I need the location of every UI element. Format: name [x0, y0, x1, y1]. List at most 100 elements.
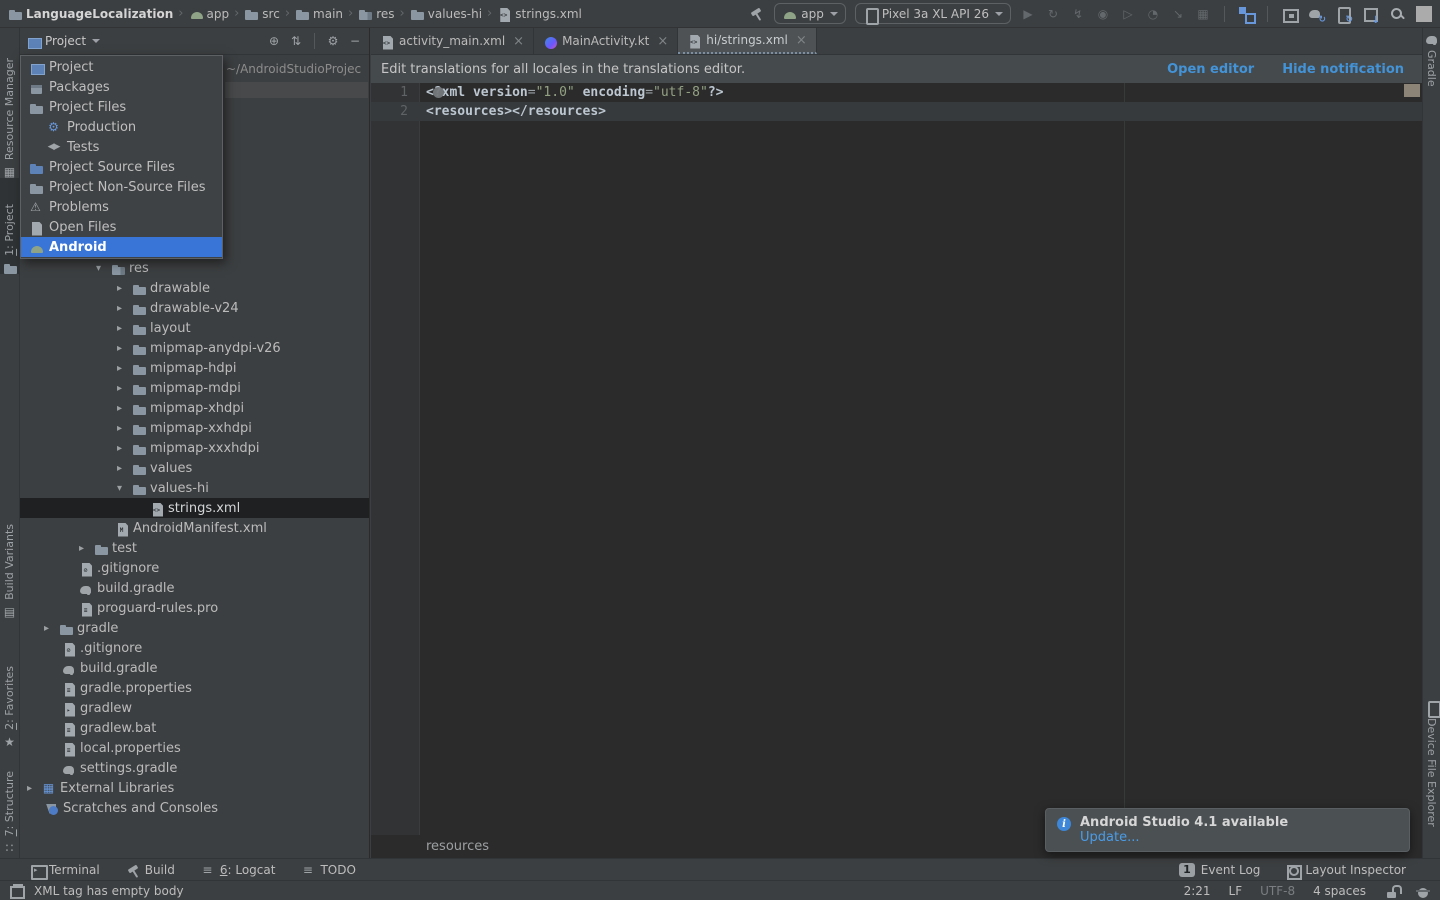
banner-action-hide-notification[interactable]: Hide notification — [1282, 62, 1404, 77]
tree-collapse-arrow[interactable]: ▸ — [117, 323, 132, 334]
tool-window-button-todo[interactable]: TODO — [301, 863, 355, 877]
tree-expand-arrow[interactable]: ▾ — [117, 483, 132, 494]
sdk-manager-icon[interactable] — [1362, 6, 1378, 22]
tool-strip-button-device-file-explorer[interactable]: Device File Explorer — [1423, 700, 1440, 852]
light-square-icon[interactable] — [1416, 6, 1432, 22]
rerun-icon[interactable] — [1045, 6, 1061, 22]
debug-icon[interactable] — [1095, 6, 1111, 22]
status-item-lf[interactable]: LF — [1229, 884, 1243, 898]
tree-row[interactable]: ▸drawable — [20, 278, 369, 298]
tree-row[interactable]: settings.gradle — [20, 758, 369, 778]
tree-collapse-arrow[interactable]: ▸ — [44, 623, 59, 634]
tree-row[interactable]: gradle.properties — [20, 678, 369, 698]
tree-row[interactable]: ▸drawable-v24 — [20, 298, 369, 318]
tree-collapse-arrow[interactable]: ▸ — [27, 783, 42, 794]
tree-row[interactable]: .gitignore — [20, 558, 369, 578]
device-manager-icon[interactable] — [1238, 6, 1254, 22]
tree-row[interactable]: ▸mipmap-anydpi-v26 — [20, 338, 369, 358]
tree-row[interactable]: build.gradle — [20, 658, 369, 678]
tree-row[interactable]: .gitignore — [20, 638, 369, 658]
gear-icon[interactable] — [325, 33, 341, 49]
tree-collapse-arrow[interactable]: ▸ — [117, 283, 132, 294]
breadcrumb-item[interactable]: values-hi — [410, 7, 482, 21]
tree-collapse-arrow[interactable]: ▸ — [117, 303, 132, 314]
view-dropdown-item-android[interactable]: Android — [21, 237, 222, 257]
status-item-4-spaces[interactable]: 4 spaces — [1313, 884, 1366, 898]
status-item-2-21[interactable]: 2:21 — [1184, 884, 1211, 898]
view-dropdown-item-project-source-files[interactable]: Project Source Files — [21, 157, 222, 177]
apply-changes-icon[interactable] — [1070, 6, 1086, 22]
tree-row[interactable]: AndroidManifest.xml — [20, 518, 369, 538]
device-dropdown[interactable]: Pixel 3a XL API 26 — [855, 3, 1011, 24]
layout-validation-icon[interactable] — [1281, 6, 1297, 22]
breadcrumb-item[interactable]: main — [295, 7, 343, 21]
collapse-all-icon[interactable] — [288, 33, 304, 49]
tree-row[interactable]: ▾res — [20, 258, 369, 278]
tool-window-button-layout-inspector[interactable]: Layout Inspector — [1286, 863, 1406, 877]
view-dropdown-item-production[interactable]: Production — [21, 117, 222, 137]
breadcrumb-item[interactable]: res — [358, 7, 394, 21]
tree-row[interactable]: build.gradle — [20, 578, 369, 598]
view-dropdown-item-project-files[interactable]: Project Files — [21, 97, 222, 117]
tree-collapse-arrow[interactable]: ▸ — [117, 383, 132, 394]
view-dropdown-item-project[interactable]: Project — [21, 57, 222, 77]
breadcrumb-item[interactable]: strings.xml — [497, 7, 582, 21]
run-coverage-icon[interactable] — [1120, 6, 1136, 22]
tool-window-button-event-log[interactable]: 1Event Log — [1179, 863, 1260, 877]
inspections-profile-icon[interactable] — [1415, 884, 1428, 897]
tree-row[interactable]: ▸mipmap-hdpi — [20, 358, 369, 378]
tool-strip-button-build-variants[interactable]: Build Variants — [0, 506, 19, 618]
tree-row[interactable]: local.properties — [20, 738, 369, 758]
breadcrumb-item[interactable]: LanguageLocalization — [8, 7, 173, 21]
tool-window-toggle-icon[interactable] — [8, 883, 24, 899]
hammer-icon[interactable] — [749, 6, 765, 22]
tree-row[interactable]: ▸layout — [20, 318, 369, 338]
tree-row[interactable]: Scratches and Consoles — [20, 798, 369, 818]
editor-tab-hi-strings-xml[interactable]: hi/strings.xml× — [678, 28, 817, 54]
tree-row[interactable]: ▾values-hi — [20, 478, 369, 498]
breadcrumb-item[interactable]: app — [189, 7, 230, 21]
search-icon[interactable] — [1389, 6, 1405, 22]
tree-collapse-arrow[interactable]: ▸ — [117, 443, 132, 454]
lock-open-icon[interactable] — [1384, 884, 1397, 897]
tool-window-button-build[interactable]: Build — [126, 863, 175, 877]
tree-row[interactable]: ▸test — [20, 538, 369, 558]
tree-collapse-arrow[interactable]: ▸ — [79, 543, 94, 554]
update-link[interactable]: Update... — [1080, 830, 1399, 845]
tool-strip-button-resource-manager[interactable]: Resource Manager — [0, 30, 19, 178]
tool-strip-button-gradle[interactable]: Gradle — [1423, 32, 1440, 122]
tree-row[interactable]: ▸mipmap-xxhdpi — [20, 418, 369, 438]
tree-collapse-arrow[interactable]: ▸ — [117, 423, 132, 434]
view-dropdown-item-packages[interactable]: Packages — [21, 77, 222, 97]
tree-row[interactable]: ▸mipmap-xhdpi — [20, 398, 369, 418]
code-editor[interactable]: 1<?xml version="1.0" encoding="utf-8"?>2… — [371, 83, 1422, 835]
close-icon[interactable]: × — [796, 33, 807, 48]
view-dropdown-item-project-non-source-files[interactable]: Project Non-Source Files — [21, 177, 222, 197]
tree-row[interactable]: gradlew.bat — [20, 718, 369, 738]
tree-row[interactable]: ▸mipmap-mdpi — [20, 378, 369, 398]
close-icon[interactable]: × — [513, 34, 524, 49]
tree-row[interactable]: ▸External Libraries — [20, 778, 369, 798]
run-config-dropdown[interactable]: app — [774, 3, 846, 24]
device-sync-icon[interactable] — [1335, 6, 1351, 22]
tree-collapse-arrow[interactable]: ▸ — [117, 343, 132, 354]
tree-expand-arrow[interactable]: ▾ — [96, 263, 111, 274]
locate-file-icon[interactable] — [266, 33, 282, 49]
tree-collapse-arrow[interactable]: ▸ — [117, 403, 132, 414]
view-dropdown-item-open-files[interactable]: Open Files — [21, 217, 222, 237]
project-view-selector[interactable]: Project — [45, 34, 86, 48]
breadcrumb-item[interactable]: src — [244, 7, 280, 21]
stop-icon[interactable] — [1195, 6, 1211, 22]
tree-row[interactable]: ▸mipmap-xxxhdpi — [20, 438, 369, 458]
view-dropdown-item-problems[interactable]: Problems — [21, 197, 222, 217]
tool-window-button-terminal[interactable]: Terminal — [30, 863, 100, 877]
tree-collapse-arrow[interactable]: ▸ — [117, 463, 132, 474]
view-dropdown-item-tests[interactable]: Tests — [21, 137, 222, 157]
close-icon[interactable]: × — [657, 34, 668, 49]
tree-row[interactable]: strings.xml — [20, 498, 369, 518]
tool-strip-button-2-favorites[interactable]: 2: Favorites — [0, 646, 19, 748]
tool-window-button-6-logcat[interactable]: 6: Logcat — [201, 863, 276, 877]
status-item-utf-8[interactable]: UTF-8 — [1260, 884, 1295, 898]
chevron-down-icon[interactable] — [92, 39, 100, 43]
editor-tab-mainactivity-kt[interactable]: MainActivity.kt× — [534, 28, 678, 54]
